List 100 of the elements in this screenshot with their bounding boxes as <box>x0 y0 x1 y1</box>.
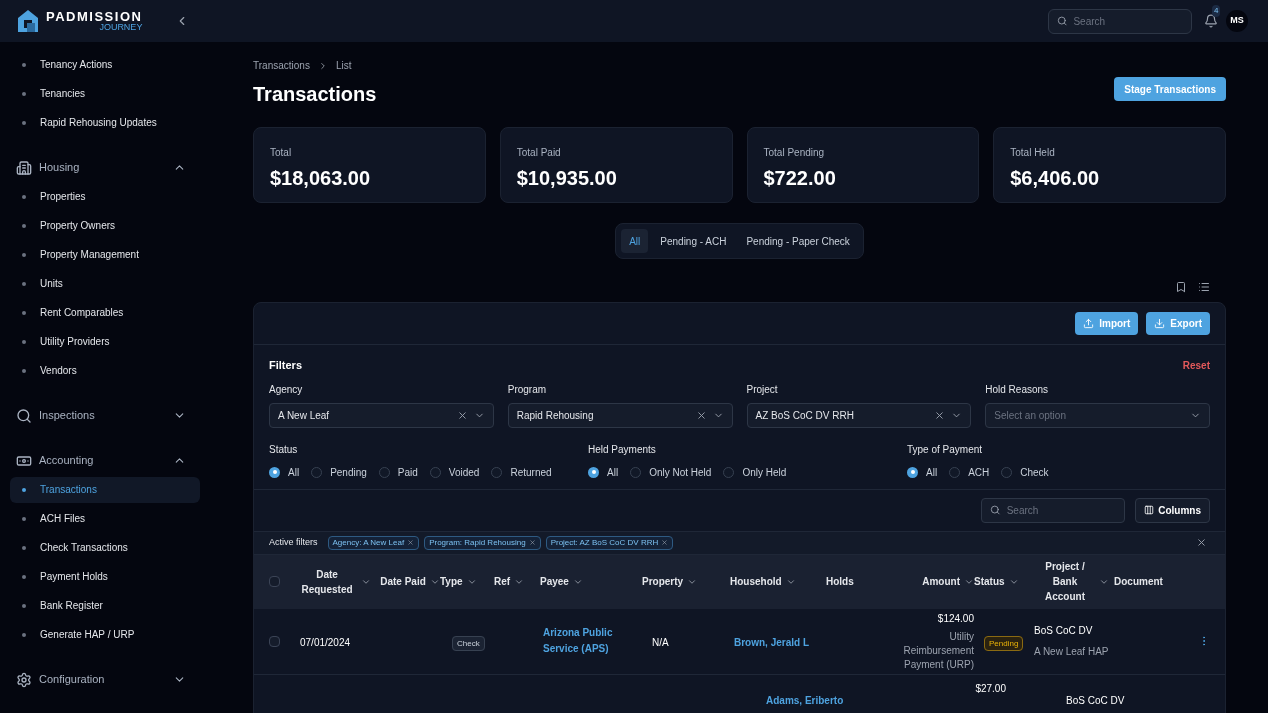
sidebar-item[interactable]: Tenancies <box>10 80 200 107</box>
page-title: Transactions <box>253 82 377 107</box>
sidebar-item[interactable]: Utility Providers <box>10 328 200 355</box>
house-logo-icon <box>16 9 40 33</box>
user-avatar[interactable]: MS <box>1226 10 1248 32</box>
column-header[interactable]: Status <box>974 574 1005 589</box>
stat-value: $10,935.00 <box>516 166 618 191</box>
filter-chip[interactable]: Agency: A New Leaf <box>327 535 420 550</box>
radio-button[interactable] <box>269 466 280 478</box>
household-link[interactable]: Adams, Eriberto <box>766 694 844 706</box>
sidebar-item[interactable]: Units <box>10 270 200 297</box>
radio-label: Only Held <box>742 465 787 480</box>
list-icon[interactable] <box>1198 281 1210 293</box>
clear-icon[interactable] <box>695 409 707 421</box>
brand-subtitle: JOURNEY <box>99 23 143 32</box>
notification-count: 4 <box>1212 5 1221 17</box>
table-cell: N/A <box>652 637 669 648</box>
type-badge: Check <box>452 636 485 651</box>
clear-icon[interactable] <box>456 409 468 421</box>
column-header[interactable]: Property <box>642 574 684 589</box>
radio-button[interactable] <box>311 466 323 478</box>
table-search-field[interactable]: Search <box>981 497 1126 523</box>
radio-button[interactable] <box>491 466 503 478</box>
field-label: Program <box>507 382 548 397</box>
bookmark-icon[interactable] <box>1175 281 1187 293</box>
radio-label: Check <box>1020 465 1049 480</box>
sidebar-item[interactable]: Check Transactions <box>10 534 200 561</box>
sidebar-item[interactable]: ACH Files <box>10 505 200 532</box>
close-icon[interactable] <box>1196 537 1207 548</box>
column-header[interactable]: Type <box>440 574 463 589</box>
payee-link[interactable]: Arizona Public Service (APS) <box>543 625 623 657</box>
radio-button[interactable] <box>429 466 441 478</box>
sidebar-item[interactable]: Bank Register <box>10 592 200 619</box>
sidebar-item[interactable]: Vendors <box>10 357 200 384</box>
search-input[interactable]: Search <box>1073 13 1183 29</box>
radio-button[interactable] <box>723 466 735 478</box>
columns-button[interactable]: Columns <box>1135 497 1210 523</box>
radio-label: All <box>926 465 938 480</box>
brand-name: PADMISSION <box>46 10 143 23</box>
column-header[interactable]: Payee <box>540 574 569 589</box>
radio-label: All <box>288 465 300 480</box>
sidebar-item[interactable]: Properties <box>10 183 200 210</box>
column-header[interactable]: Date Paid <box>380 574 426 589</box>
household-link[interactable]: Brown, Jerald L <box>734 637 809 648</box>
select-all-checkbox[interactable] <box>269 576 280 587</box>
sidebar-item[interactable]: Tenancy Actions <box>10 51 200 78</box>
notification-icon[interactable] <box>1204 14 1218 28</box>
column-header[interactable]: Amount <box>922 574 960 589</box>
row-checkbox[interactable] <box>269 635 280 647</box>
filter-chip[interactable]: Program: Rapid Rehousing <box>424 535 541 550</box>
radio-button[interactable] <box>378 466 390 478</box>
select-field[interactable]: Rapid Rehousing <box>507 402 733 428</box>
search-icon <box>16 407 32 424</box>
sidebar-section[interactable]: Accounting <box>39 452 173 469</box>
radio-label: Voided <box>448 465 480 480</box>
clear-icon[interactable] <box>934 409 946 421</box>
select-field[interactable]: AZ BoS CoC DV RRH <box>746 402 972 428</box>
filter-chip[interactable]: Project: AZ BoS CoC DV RRH <box>545 535 674 550</box>
sidebar-item[interactable]: Generate HAP / URP <box>10 621 200 648</box>
column-header[interactable]: Household <box>730 574 782 589</box>
radio-button[interactable] <box>949 466 961 478</box>
search-input[interactable]: Search <box>1006 502 1117 518</box>
sidebar-section[interactable]: Housing <box>39 159 173 176</box>
column-header[interactable]: Holds <box>826 574 854 589</box>
filter-tab[interactable]: Pending - Paper Check <box>738 229 858 253</box>
sidebar-item[interactable]: Rapid Rehousing Updates <box>10 109 200 136</box>
sidebar-section[interactable]: Inspections <box>39 407 173 424</box>
search-field[interactable]: Search <box>1048 8 1192 34</box>
field-label: Agency <box>269 382 304 397</box>
sidebar-item[interactable]: Property Owners <box>10 212 200 239</box>
active-filters-label: Active filters <box>269 535 318 549</box>
column-header[interactable]: Project / Bank Account <box>1035 559 1095 604</box>
radio-button[interactable] <box>907 466 918 478</box>
sidebar-item[interactable]: Transactions <box>10 476 200 503</box>
sidebar-item[interactable]: Property Management <box>10 241 200 268</box>
breadcrumb-link[interactable]: Transactions <box>253 58 310 73</box>
sidebar-section[interactable]: Configuration <box>39 671 173 688</box>
column-header[interactable]: Document <box>1114 574 1163 589</box>
stat-value: $6,406.00 <box>1010 166 1101 191</box>
remove-icon[interactable] <box>661 539 669 546</box>
bank-account: A New Leaf HAP <box>1034 645 1110 659</box>
sidebar-item[interactable]: Rent Comparables <box>10 299 200 326</box>
status-badge: Pending <box>984 636 1024 651</box>
filter-tab[interactable]: All <box>621 229 649 253</box>
sidebar-item[interactable]: Payment Holds <box>10 563 200 590</box>
select-field[interactable]: Select an option <box>985 402 1210 428</box>
radio-button[interactable] <box>630 466 642 478</box>
download-icon <box>1154 318 1166 329</box>
stat-label: Total Paid <box>516 146 562 160</box>
remove-icon[interactable] <box>528 539 536 546</box>
radio-button[interactable] <box>588 466 599 478</box>
project-name: BoS CoC DV <box>1034 624 1094 638</box>
amount-note: Utility Reimbursement Payment (URP) <box>902 629 974 672</box>
column-header[interactable]: Date Requested <box>297 566 357 597</box>
select-field[interactable]: A New Leaf <box>269 402 494 428</box>
remove-icon[interactable] <box>407 539 415 546</box>
filter-tab[interactable]: Pending - ACH <box>652 229 735 253</box>
radio-button[interactable] <box>1001 466 1013 478</box>
column-header[interactable]: Ref <box>494 574 511 589</box>
reset-link[interactable]: Reset <box>1182 357 1210 374</box>
